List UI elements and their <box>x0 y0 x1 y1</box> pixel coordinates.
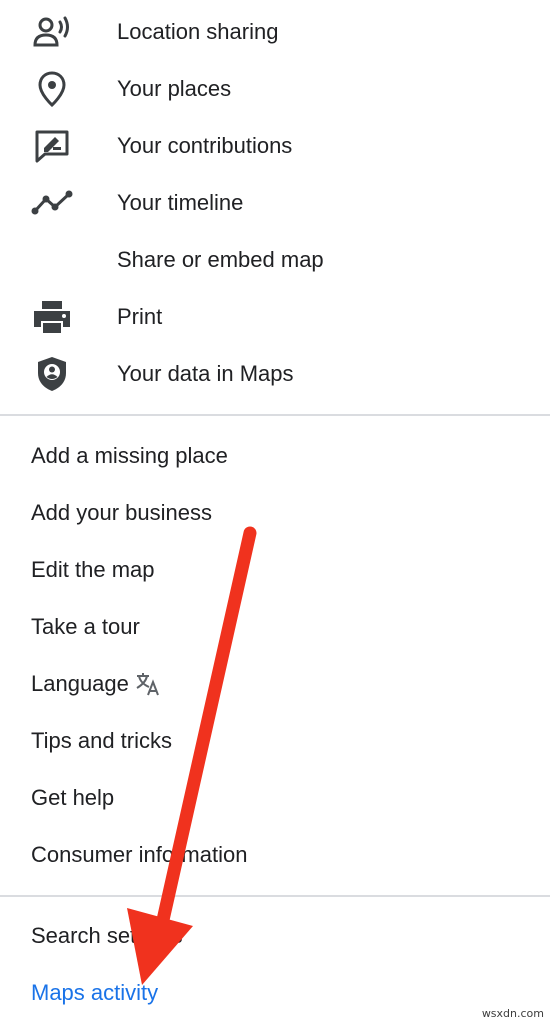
menu-item-print[interactable]: Print <box>0 288 550 345</box>
menu-item-label: Your contributions <box>117 132 293 158</box>
menu-item-add-missing-place[interactable]: Add a missing place <box>31 427 228 484</box>
menu-item-label: Share or embed map <box>117 246 324 272</box>
menu-item-label: Add your business <box>31 499 212 525</box>
menu-item-label: Your data in Maps <box>117 360 294 386</box>
menu-item-label: Your places <box>117 75 232 101</box>
menu-item-maps-activity[interactable]: Maps activity <box>31 964 158 1021</box>
printer-icon <box>30 295 74 339</box>
menu-item-search-settings[interactable]: Search settings <box>31 907 183 964</box>
data-shield-icon <box>30 352 74 396</box>
menu-item-your-timeline[interactable]: Your timeline <box>0 174 550 231</box>
location-sharing-icon <box>30 10 74 54</box>
menu-item-label: Print <box>117 303 163 329</box>
menu-item-label: Get help <box>31 784 115 810</box>
menu-item-tips-and-tricks[interactable]: Tips and tricks <box>31 712 172 769</box>
menu-item-edit-the-map[interactable]: Edit the map <box>31 541 155 598</box>
place-pin-icon <box>30 67 74 111</box>
menu-item-language[interactable]: Language <box>31 655 161 712</box>
translate-icon <box>135 671 161 697</box>
menu-item-take-a-tour[interactable]: Take a tour <box>31 598 140 655</box>
menu-item-label: Consumer information <box>31 841 248 867</box>
section-divider <box>0 895 550 897</box>
menu-item-add-your-business[interactable]: Add your business <box>31 484 212 541</box>
contributions-icon <box>30 124 74 168</box>
menu-item-label: Take a tour <box>31 613 140 639</box>
section-divider <box>0 414 550 416</box>
menu-item-get-help[interactable]: Get help <box>31 769 114 826</box>
menu-item-location-sharing[interactable]: Location sharing <box>0 3 550 60</box>
watermark: wsxdn.com <box>481 1007 544 1020</box>
menu-item-share-embed-map[interactable]: Share or embed map <box>0 231 550 288</box>
menu-item-label: Edit the map <box>31 556 155 582</box>
menu-item-consumer-information[interactable]: Consumer information <box>31 826 247 883</box>
menu-item-label: Location sharing <box>117 18 279 44</box>
timeline-icon <box>30 181 74 225</box>
menu-item-label: Tips and tricks <box>31 727 173 753</box>
menu-item-label: Search settings <box>31 922 183 948</box>
menu-item-label: Your timeline <box>117 189 244 215</box>
menu-item-label: Language <box>31 670 129 696</box>
menu-item-label: Maps activity <box>31 979 159 1005</box>
menu-item-label: Add a missing place <box>31 442 228 468</box>
menu-item-your-data-in-maps[interactable]: Your data in Maps <box>0 345 550 402</box>
menu-item-your-contributions[interactable]: Your contributions <box>0 117 550 174</box>
menu-item-your-places[interactable]: Your places <box>0 60 550 117</box>
